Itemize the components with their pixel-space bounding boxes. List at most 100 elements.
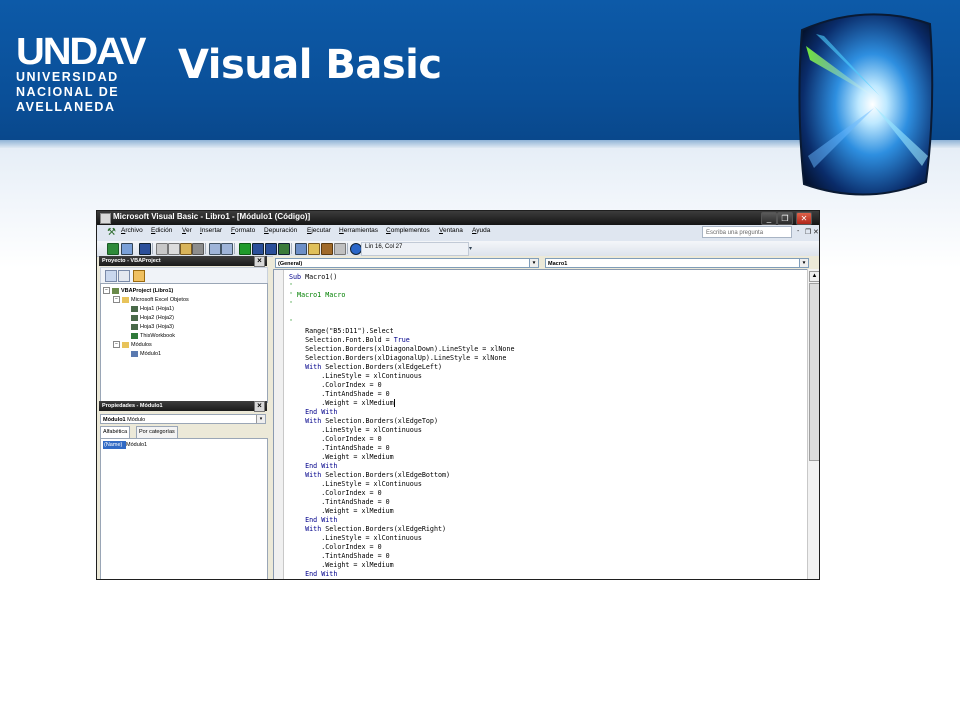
insert-module-icon[interactable] [121, 243, 133, 255]
code-line[interactable]: .ColorIndex = 0 [289, 381, 514, 390]
code-line[interactable]: End With [289, 462, 514, 471]
restore-button[interactable]: ❐ [777, 212, 793, 225]
menu-complementos[interactable]: Complementos [386, 227, 430, 234]
properties-pane-close-button[interactable]: × [254, 401, 265, 412]
code-line[interactable]: With Selection.Borders(xlEdgeLeft) [289, 363, 514, 372]
menu-depuracion[interactable]: Depuración [264, 227, 297, 234]
menu-edicion[interactable]: Edición [151, 227, 172, 234]
menu-ejecutar[interactable]: Ejecutar [307, 227, 331, 234]
minimize-button[interactable]: _ [761, 212, 777, 225]
excel-grid-icon[interactable]: ⚒ [107, 227, 119, 239]
code-line[interactable]: End With [289, 570, 514, 579]
tree-item-modules[interactable]: − Módulos [113, 341, 152, 349]
property-row-name[interactable]: (Name) Módulo1 [103, 441, 263, 449]
tab-por-categorias[interactable]: Por categorías [136, 426, 178, 438]
redo-icon[interactable] [221, 243, 233, 255]
find-icon[interactable] [192, 243, 204, 255]
code-line[interactable]: .LineStyle = xlContinuous [289, 480, 514, 489]
menu-archivo[interactable]: Archivo [121, 227, 143, 234]
code-line[interactable]: .LineStyle = xlContinuous [289, 426, 514, 435]
view-code-icon[interactable] [105, 270, 117, 282]
copy-icon[interactable] [168, 243, 180, 255]
close-button[interactable]: ✕ [796, 212, 812, 225]
dropdown-arrow-icon: ▾ [256, 415, 265, 423]
tree-item-hoja1[interactable]: Hoja1 (Hoja1) [131, 305, 174, 313]
code-line[interactable]: .Weight = xlMedium [289, 561, 514, 570]
toggle-folders-icon[interactable] [133, 270, 145, 282]
properties-object-select[interactable]: Módulo1 Módulo ▾ [100, 414, 266, 424]
view-excel-icon[interactable] [107, 243, 119, 255]
design-mode-icon[interactable] [278, 243, 290, 255]
code-editor[interactable]: Sub Macro1() ' ' Macro1 Macro ' ' Range("B5… [273, 269, 809, 579]
code-line[interactable]: Selection.Font.Bold = True [289, 336, 514, 345]
code-line[interactable]: .TintAndShade = 0 [289, 498, 514, 507]
project-pane-header: Proyecto - VBAProject × [99, 256, 267, 267]
save-icon[interactable] [139, 243, 151, 255]
code-line[interactable]: With Selection.Borders(xlEdgeBottom) [289, 471, 514, 480]
code-line[interactable]: ' [289, 300, 514, 309]
code-line[interactable]: .LineStyle = xlContinuous [289, 372, 514, 381]
code-line[interactable]: .LineStyle = xlContinuous [289, 534, 514, 543]
tree-item-hoja3[interactable]: Hoja3 (Hoja3) [131, 323, 174, 331]
code-line[interactable]: .ColorIndex = 0 [289, 489, 514, 498]
doc-minimize-button[interactable]: - [797, 228, 799, 235]
code-line[interactable]: .ColorIndex = 0 [289, 543, 514, 552]
code-combos-bar: (General) ▾ Macro1 ▾ [273, 256, 819, 269]
doc-close-button[interactable]: ✕ [813, 228, 819, 236]
undo-icon[interactable] [209, 243, 221, 255]
code-line[interactable]: ' Macro1 Macro [289, 291, 514, 300]
code-line[interactable]: End With [289, 408, 514, 417]
paste-icon[interactable] [180, 243, 192, 255]
code-line[interactable]: Range("B5:D11").Select [289, 327, 514, 336]
toolbar-options-chevron-icon[interactable]: ▾ [469, 245, 472, 252]
menu-ventana[interactable]: Ventana [439, 227, 463, 234]
menu-ver[interactable]: Ver [182, 227, 192, 234]
tree-item-vbaproject[interactable]: − VBAProject (Libro1) [103, 287, 173, 295]
cut-icon[interactable] [156, 243, 168, 255]
object-combo[interactable]: (General) ▾ [275, 258, 539, 268]
run-icon[interactable] [239, 243, 251, 255]
code-line[interactable]: ' [289, 282, 514, 291]
code-line[interactable]: ' [289, 318, 514, 327]
code-line[interactable]: .Weight = xlMedium [289, 507, 514, 516]
tree-item-modulo1[interactable]: Módulo1 [131, 350, 161, 358]
help-question-input[interactable]: Escriba una pregunta [702, 226, 792, 238]
tree-item-hoja2[interactable]: Hoja2 (Hoja2) [131, 314, 174, 322]
code-lines[interactable]: Sub Macro1() ' ' Macro1 Macro ' ' Range("B5… [289, 273, 514, 579]
code-line[interactable]: .TintAndShade = 0 [289, 444, 514, 453]
doc-restore-button[interactable]: ❐ [805, 228, 811, 236]
code-line[interactable]: .Weight = xlMedium [289, 453, 514, 462]
stop-icon[interactable] [265, 243, 277, 255]
menu-herramientas[interactable]: Herramientas [339, 227, 378, 234]
menu-formato[interactable]: Formato [231, 227, 255, 234]
code-line[interactable]: .TintAndShade = 0 [289, 390, 514, 399]
code-line[interactable]: .Weight = xlMedium [289, 399, 514, 408]
code-line[interactable] [289, 309, 514, 318]
object-browser-icon[interactable] [321, 243, 333, 255]
code-line[interactable]: End With [289, 516, 514, 525]
menu-insertar[interactable]: Insertar [200, 227, 222, 234]
code-line[interactable]: .TintAndShade = 0 [289, 552, 514, 561]
code-vertical-scrollbar[interactable]: ▲ [807, 269, 819, 579]
menu-ayuda[interactable]: Ayuda [472, 227, 490, 234]
scroll-thumb[interactable] [809, 283, 819, 461]
code-line[interactable]: With Selection.Borders(xlEdgeTop) [289, 417, 514, 426]
view-object-icon[interactable] [118, 270, 130, 282]
properties-window-icon[interactable] [308, 243, 320, 255]
code-line[interactable]: Selection.Borders(xlDiagonalUp).LineStyl… [289, 354, 514, 363]
code-line[interactable]: Sub Macro1() [289, 273, 514, 282]
procedure-combo[interactable]: Macro1 ▾ [545, 258, 809, 268]
project-pane-close-button[interactable]: × [254, 256, 265, 267]
light-burst-decoration [798, 13, 934, 196]
code-line[interactable]: With Selection.Borders(xlEdgeRight) [289, 525, 514, 534]
vba-editor-window: Microsoft Visual Basic - Libro1 - [Módul… [96, 210, 820, 580]
tree-item-excel-objects[interactable]: − Microsoft Excel Objetos [113, 296, 189, 304]
toolbox-icon[interactable] [334, 243, 346, 255]
code-line[interactable]: Selection.Borders(xlDiagonalDown).LineSt… [289, 345, 514, 354]
scroll-up-icon[interactable]: ▲ [809, 271, 819, 282]
code-line[interactable]: .ColorIndex = 0 [289, 435, 514, 444]
tree-item-thisworkbook[interactable]: ThisWorkbook [131, 332, 175, 340]
window-titlebar[interactable]: Microsoft Visual Basic - Libro1 - [Módul… [97, 211, 819, 225]
pause-icon[interactable] [252, 243, 264, 255]
project-explorer-icon[interactable] [295, 243, 307, 255]
